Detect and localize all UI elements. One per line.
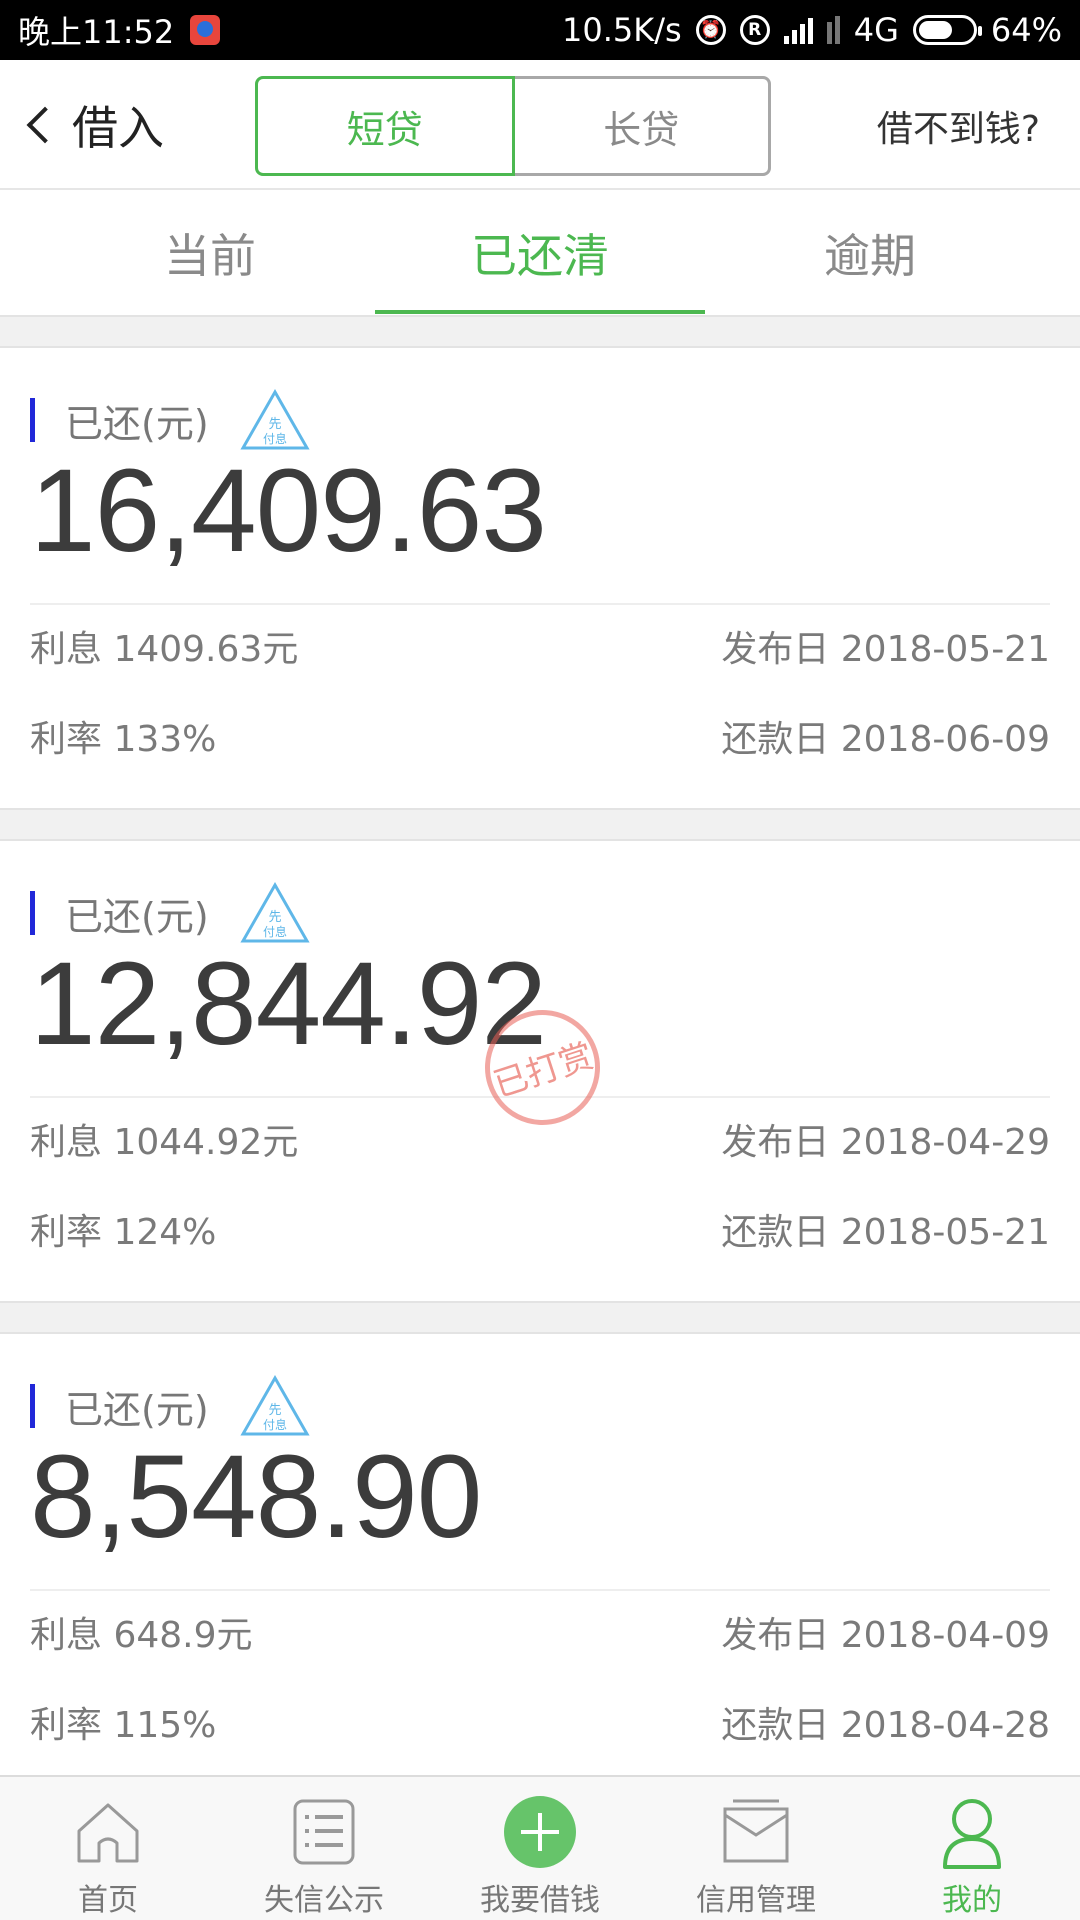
active-tab-indicator bbox=[375, 310, 705, 314]
loan-type-toggle: 短贷 长贷 bbox=[255, 76, 771, 176]
battery-fill bbox=[918, 21, 953, 39]
home-icon bbox=[77, 1803, 139, 1863]
paid-amount: 8,548.90 bbox=[30, 1431, 482, 1563]
signal-icon bbox=[783, 16, 813, 44]
network-type: 4G bbox=[853, 11, 899, 49]
bottom-navigation: 首页 失信公示 我要借钱 信用管理 我的 bbox=[0, 1775, 1080, 1920]
section-divider bbox=[0, 1301, 1080, 1334]
stamp-text: 已打赏 bbox=[488, 1036, 599, 1106]
interest-rate: 利率 124% bbox=[30, 1212, 217, 1253]
section-divider bbox=[0, 315, 1080, 348]
segment-short-loan[interactable]: 短贷 bbox=[255, 76, 515, 176]
segment-long-loan[interactable]: 长贷 bbox=[514, 76, 771, 176]
label-accent-bar bbox=[30, 891, 35, 935]
publish-date: 发布日 2018-04-09 bbox=[721, 1615, 1050, 1656]
paid-amount: 12,844.92 bbox=[30, 938, 547, 1070]
tray-icon bbox=[723, 1799, 789, 1863]
alarm-icon: ⏰ bbox=[695, 15, 726, 45]
nav-mine-label: 我的 bbox=[942, 1883, 1002, 1918]
registered-icon: R bbox=[739, 15, 770, 45]
nav-home[interactable]: 首页 bbox=[0, 1777, 216, 1920]
app-notification-icon bbox=[190, 15, 221, 45]
nav-mine[interactable]: 我的 bbox=[864, 1777, 1080, 1920]
loan-card[interactable]: 已还(元) 先付息 8,548.90 利息 648.9元 发布日 2018-04… bbox=[0, 1334, 1080, 1775]
cant-borrow-link[interactable]: 借不到钱? bbox=[877, 100, 1040, 152]
chevron-left-icon bbox=[26, 106, 64, 144]
paid-amount: 16,409.63 bbox=[30, 445, 547, 577]
publish-date: 发布日 2018-04-29 bbox=[721, 1122, 1050, 1163]
card-divider bbox=[30, 603, 1050, 605]
data-transfer-icon bbox=[826, 16, 840, 44]
interest-text: 利息 1409.63元 bbox=[30, 629, 299, 670]
nav-borrow[interactable]: 我要借钱 bbox=[432, 1777, 648, 1920]
plus-circle-icon bbox=[504, 1796, 576, 1868]
svg-text:先: 先 bbox=[268, 417, 281, 432]
publish-date: 发布日 2018-05-21 bbox=[721, 629, 1050, 670]
interest-text: 利息 648.9元 bbox=[30, 1615, 253, 1656]
repay-date: 还款日 2018-06-09 bbox=[721, 719, 1050, 760]
network-speed: 10.5K/s bbox=[562, 11, 682, 49]
loan-card[interactable]: 已还(元) 先付息 16,409.63 利息 1409.63元 发布日 2018… bbox=[0, 348, 1080, 808]
nav-blacklist-label: 失信公示 bbox=[264, 1883, 384, 1918]
paid-label: 已还(元) bbox=[65, 894, 209, 939]
nav-blacklist[interactable]: 失信公示 bbox=[216, 1777, 432, 1920]
battery-percent: 64% bbox=[990, 11, 1062, 49]
nav-credit-label: 信用管理 bbox=[696, 1883, 816, 1918]
back-button[interactable]: 借入 bbox=[22, 92, 164, 158]
status-tabs: 当前 已还清 逾期 bbox=[0, 190, 1080, 315]
repay-date: 还款日 2018-05-21 bbox=[721, 1212, 1050, 1253]
battery-icon bbox=[912, 15, 982, 45]
nav-credit[interactable]: 信用管理 bbox=[648, 1777, 864, 1920]
label-accent-bar bbox=[30, 1384, 35, 1428]
page-title: 借入 bbox=[72, 101, 164, 155]
section-divider bbox=[0, 808, 1080, 841]
label-accent-bar bbox=[30, 398, 35, 442]
card-divider bbox=[30, 1589, 1050, 1591]
paid-label: 已还(元) bbox=[65, 401, 209, 446]
nav-home-label: 首页 bbox=[78, 1883, 138, 1918]
interest-rate: 利率 133% bbox=[30, 719, 217, 760]
nav-header: 借入 短贷 长贷 借不到钱? bbox=[0, 60, 1080, 190]
nav-borrow-label: 我要借钱 bbox=[480, 1883, 600, 1918]
svg-text:先: 先 bbox=[268, 1403, 281, 1418]
person-icon bbox=[943, 1799, 1001, 1869]
status-bar: 晚上11:52 10.5K/s ⏰ R 4G 64% bbox=[0, 0, 1080, 60]
list-icon bbox=[293, 1799, 355, 1865]
interest-text: 利息 1044.92元 bbox=[30, 1122, 299, 1163]
interest-rate: 利率 115% bbox=[30, 1705, 217, 1746]
tab-paid-off[interactable]: 已还清 bbox=[375, 190, 705, 315]
paid-label: 已还(元) bbox=[65, 1387, 209, 1432]
svg-text:先: 先 bbox=[268, 910, 281, 925]
tab-current[interactable]: 当前 bbox=[75, 190, 345, 315]
repay-date: 还款日 2018-04-28 bbox=[721, 1705, 1050, 1746]
status-time: 晚上11:52 bbox=[18, 13, 175, 51]
tab-overdue[interactable]: 逾期 bbox=[735, 190, 1005, 315]
